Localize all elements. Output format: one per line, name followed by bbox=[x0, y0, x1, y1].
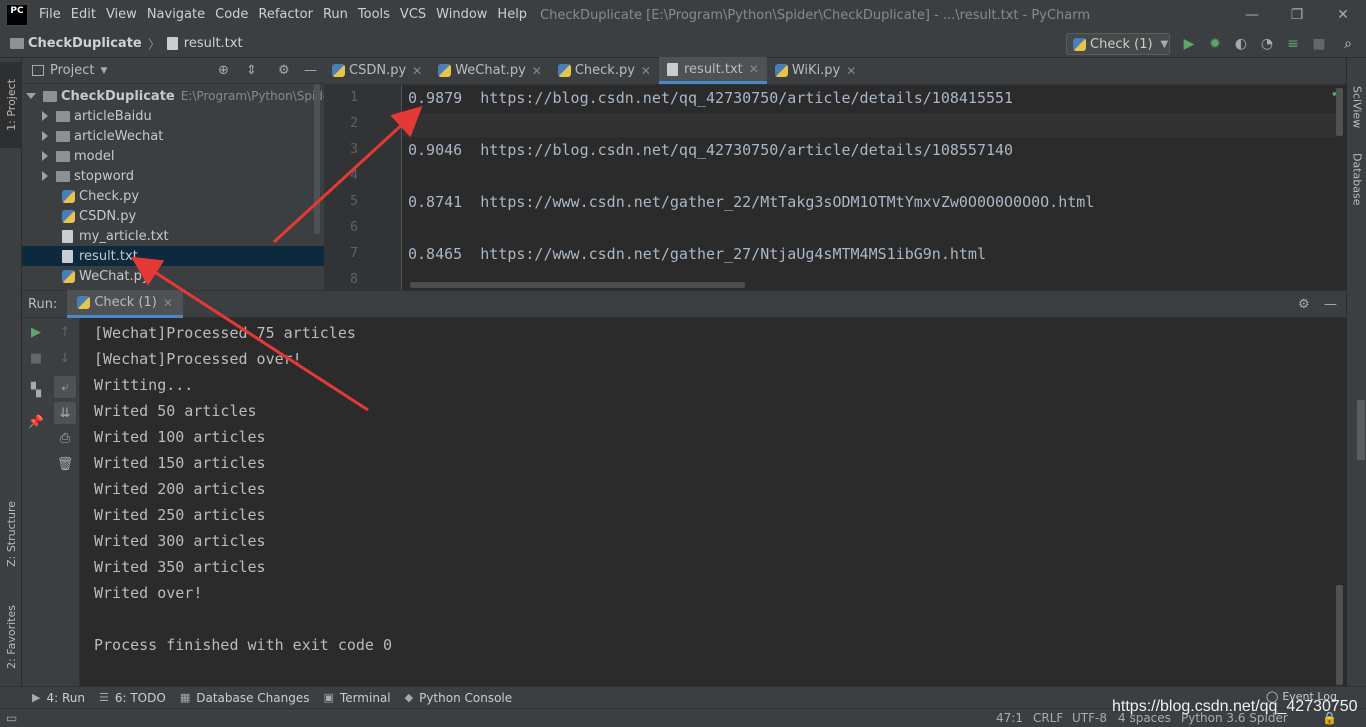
annotation-overlay bbox=[130, 105, 423, 412]
watermark: https://blog.csdn.net/qq_42730750 bbox=[1112, 698, 1358, 715]
arrow-to-file-content bbox=[272, 105, 423, 244]
arrow-to-result-file bbox=[130, 256, 369, 412]
